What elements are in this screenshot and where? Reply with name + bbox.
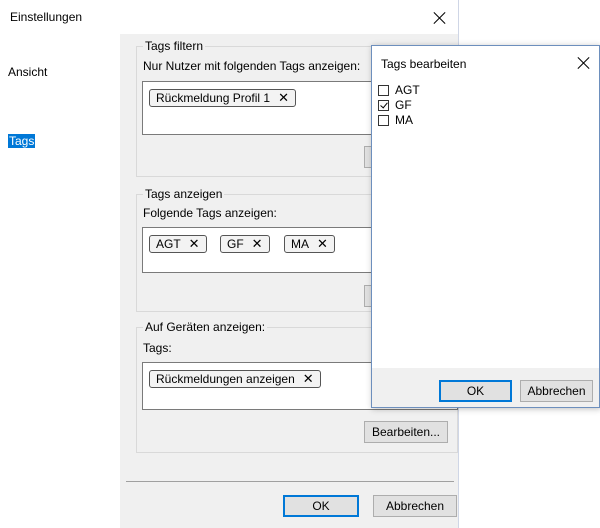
- tags-edit-dialog: Tags bearbeiten AGT GF MA OK Abbrechen: [371, 45, 600, 408]
- group-title-display: Tags anzeigen: [143, 187, 225, 201]
- tag-option-label: AGT: [395, 83, 420, 97]
- tag-chip-label: GF: [227, 237, 244, 251]
- devices-edit-button[interactable]: Bearbeiten...: [364, 421, 448, 443]
- checkbox-gf[interactable]: [378, 100, 389, 111]
- tag-chip[interactable]: Rückmeldungen anzeigen ✕: [149, 370, 321, 388]
- tag-chip[interactable]: GF ✕: [220, 235, 270, 253]
- filter-subtitle: Nur Nutzer mit folgenden Tags anzeigen:: [143, 59, 361, 73]
- dialog-footer: OK Abbrechen: [372, 368, 599, 407]
- tags-checklist: AGT GF MA: [372, 80, 599, 374]
- ok-button[interactable]: OK: [283, 495, 359, 517]
- chip-remove-icon[interactable]: ✕: [278, 90, 289, 106]
- nav-item-ansicht[interactable]: Ansicht: [8, 65, 47, 79]
- dialog-ok-button[interactable]: OK: [439, 380, 512, 402]
- chip-remove-icon[interactable]: ✕: [189, 236, 200, 252]
- group-title-filter: Tags filtern: [143, 39, 206, 53]
- tag-chip-label: Rückmeldung Profil 1: [156, 91, 271, 105]
- checkbox-agt[interactable]: [378, 85, 389, 96]
- close-icon[interactable]: [577, 56, 591, 70]
- display-subtitle: Folgende Tags anzeigen:: [143, 206, 277, 220]
- nav-item-tags[interactable]: Tags: [8, 134, 36, 148]
- cancel-button[interactable]: Abbrechen: [373, 495, 457, 517]
- checkbox-ma[interactable]: [378, 115, 389, 126]
- tag-option-label: GF: [395, 98, 412, 112]
- tag-option-label: MA: [395, 113, 413, 127]
- footer-divider: [126, 481, 454, 482]
- tag-chip-label: MA: [291, 237, 309, 251]
- devices-subtitle: Tags:: [143, 341, 172, 355]
- chip-remove-icon[interactable]: ✕: [317, 236, 328, 252]
- group-title-devices: Auf Geräten anzeigen:: [143, 320, 268, 334]
- close-icon[interactable]: [433, 11, 447, 25]
- tag-chip-label: Rückmeldungen anzeigen: [156, 372, 295, 386]
- tag-chip[interactable]: Rückmeldung Profil 1 ✕: [149, 89, 296, 107]
- chip-remove-icon[interactable]: ✕: [252, 236, 263, 252]
- dialog-cancel-button[interactable]: Abbrechen: [520, 380, 593, 402]
- chip-remove-icon[interactable]: ✕: [303, 371, 314, 387]
- dialog-title: Tags bearbeiten: [381, 57, 467, 71]
- window-title: Einstellungen: [10, 10, 83, 24]
- tag-chip[interactable]: MA ✕: [284, 235, 335, 253]
- tag-chip-label: AGT: [156, 237, 181, 251]
- tag-chip[interactable]: AGT ✕: [149, 235, 207, 253]
